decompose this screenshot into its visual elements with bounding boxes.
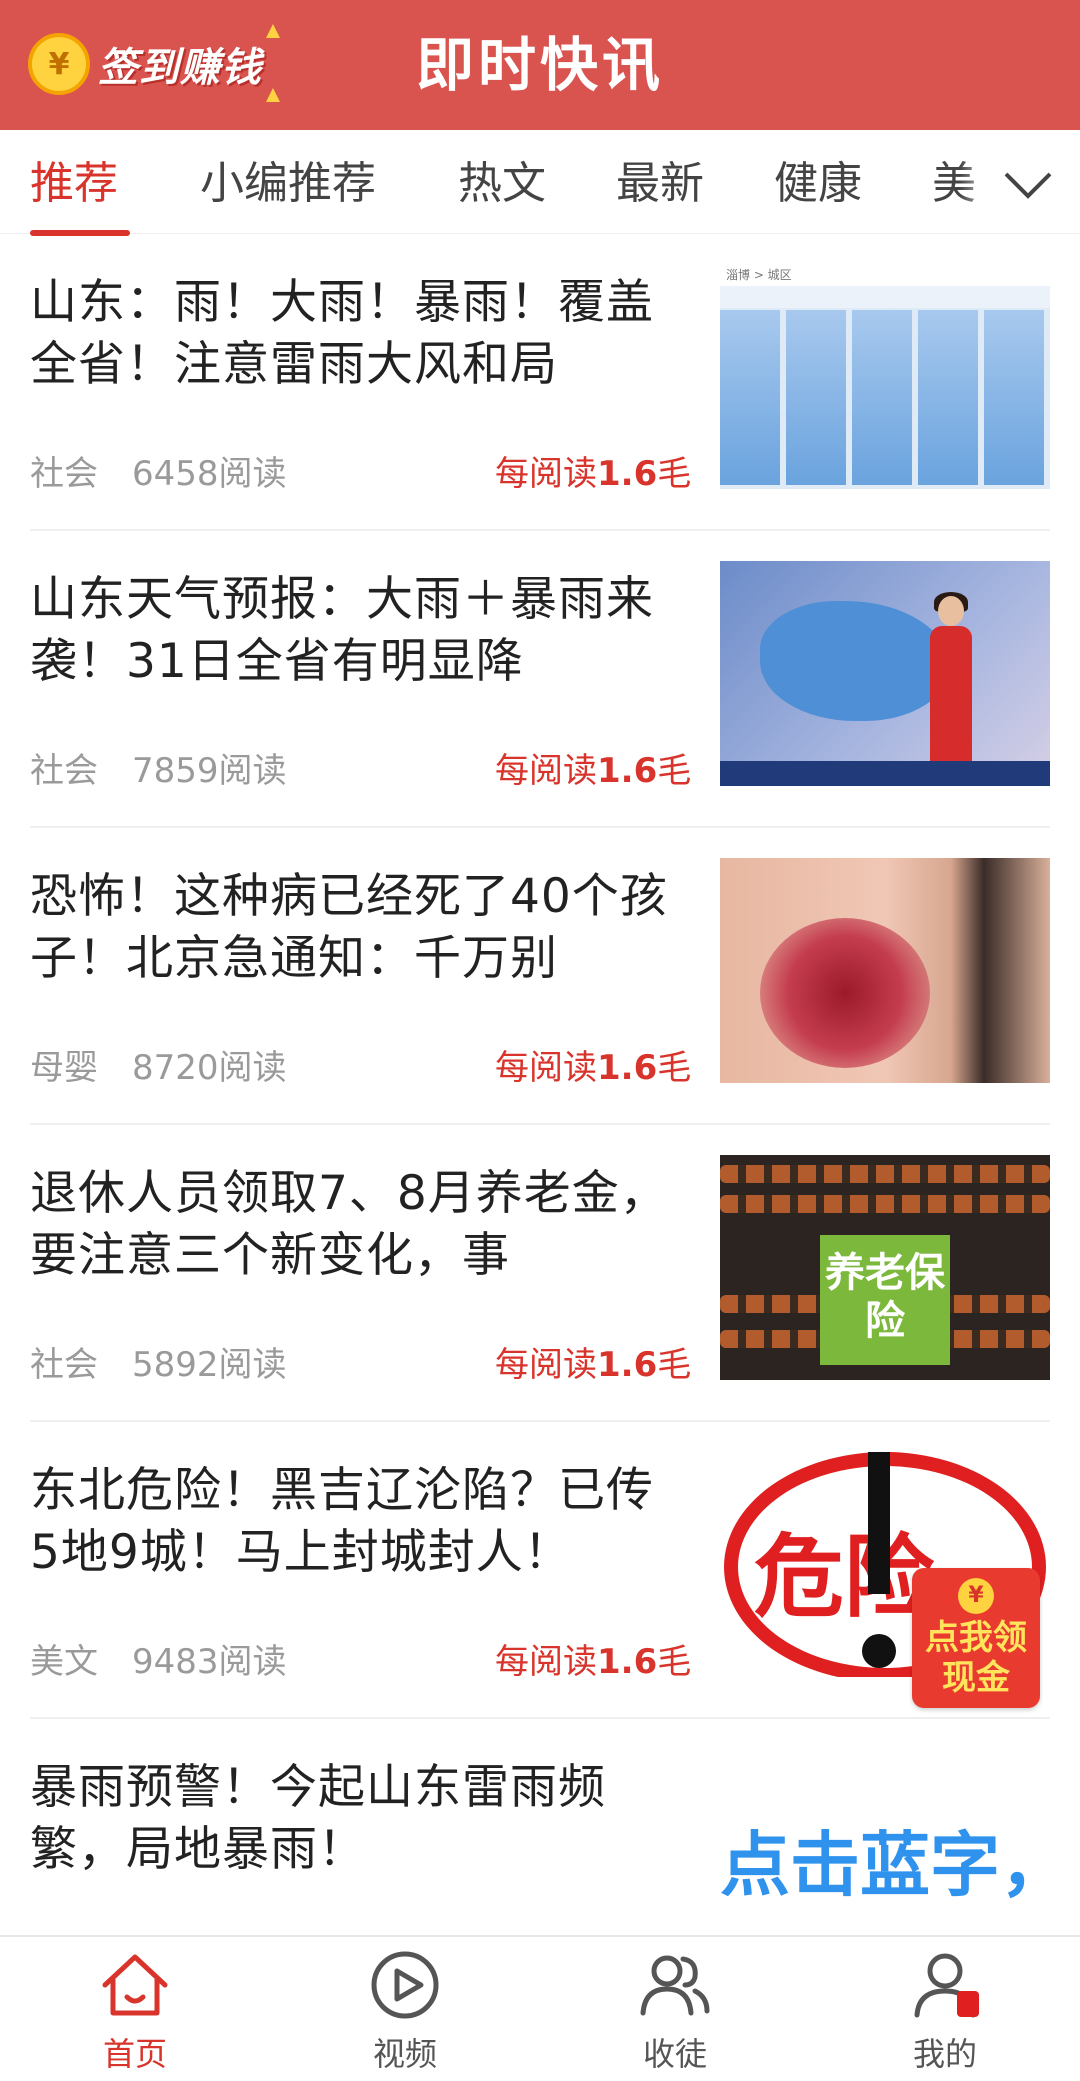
news-title: 山东：雨！大雨！暴雨！覆盖全省！注意雷雨大风和局 bbox=[30, 275, 654, 392]
nav-mine[interactable]: 我的 bbox=[875, 1947, 1015, 2077]
news-thumbnail-photo bbox=[720, 858, 1050, 1083]
chevron-down-icon bbox=[1004, 172, 1052, 199]
news-read-count: 8720阅读 bbox=[132, 1048, 287, 1088]
news-title: 东北危险！黑吉辽沦陷？已传5地9城！马上封城封人！ bbox=[30, 1463, 654, 1580]
news-title: 山东天气预报：大雨＋暴雨来袭！31日全省有明显降 bbox=[30, 572, 654, 689]
tab-health[interactable]: 健康 bbox=[774, 154, 862, 214]
bottom-navigation: 首页 视频 收徒 我的 bbox=[0, 1935, 1080, 2081]
news-category: 母婴 bbox=[30, 1048, 98, 1088]
news-category: 美文 bbox=[30, 1642, 98, 1682]
news-thumbnail-weather: 淄博 > 城区 bbox=[720, 264, 1050, 489]
nav-home[interactable]: 首页 bbox=[65, 1947, 205, 2077]
coin-icon: ¥ bbox=[28, 33, 90, 95]
app-header: ¥ 签到赚钱 即时快讯 bbox=[0, 0, 1080, 130]
news-reward: 每阅读1.6毛 bbox=[495, 751, 692, 791]
sign-in-label: 签到赚钱 bbox=[98, 45, 262, 91]
tab-fade bbox=[960, 140, 1000, 230]
users-icon bbox=[640, 1955, 710, 2016]
news-title: 暴雨预警！今起山东雷雨频繁，局地暴雨！ bbox=[30, 1760, 606, 1877]
tab-recommend[interactable]: 推荐 bbox=[30, 154, 118, 214]
insurance-box: 养老保险 bbox=[820, 1235, 950, 1365]
weather-location-bar: 淄博 > 城区 bbox=[720, 264, 1050, 286]
blue-text: 点击蓝字， bbox=[720, 1824, 1050, 1906]
news-read-count: 9483阅读 bbox=[132, 1642, 287, 1682]
more-tabs-button[interactable] bbox=[1000, 158, 1060, 214]
news-title: 退休人员领取7、8月养老金，要注意三个新变化，事 bbox=[30, 1166, 668, 1283]
red-packet-button[interactable]: ¥ 点我领现金 bbox=[912, 1568, 1040, 1708]
sparkle-icon bbox=[266, 24, 280, 38]
nav-apprentice[interactable]: 收徒 bbox=[605, 1947, 745, 2077]
tab-latest[interactable]: 最新 bbox=[616, 154, 704, 214]
news-title: 恐怖！这种病已经死了40个孩子！北京急通知：千万别 bbox=[30, 869, 668, 986]
nav-label: 视频 bbox=[372, 2035, 437, 2073]
news-reward: 每阅读1.6毛 bbox=[495, 1345, 692, 1385]
news-category: 社会 bbox=[30, 1345, 98, 1385]
news-read-count: 6458阅读 bbox=[132, 454, 287, 494]
nav-label: 我的 bbox=[912, 2035, 977, 2073]
forecast-tabs bbox=[720, 286, 1050, 308]
news-thumbnail-weather-map bbox=[720, 561, 1050, 786]
news-read-count: 5892阅读 bbox=[132, 1345, 287, 1385]
play-icon bbox=[371, 1951, 439, 2019]
danger-text: 危险 bbox=[754, 1525, 934, 1630]
news-reward: 每阅读1.6毛 bbox=[495, 1642, 692, 1682]
nav-label: 收徒 bbox=[642, 2035, 707, 2073]
nav-label: 首页 bbox=[102, 2035, 167, 2073]
news-item[interactable]: 恐怖！这种病已经死了40个孩子！北京急通知：千万别 母婴 8720阅读 每阅读1… bbox=[30, 828, 1050, 1125]
nav-video[interactable]: 视频 bbox=[335, 1947, 475, 2077]
tab-editor-picks[interactable]: 小编推荐 bbox=[200, 154, 376, 214]
news-item[interactable]: 东北危险！黑吉辽沦陷？已传5地9城！马上封城封人！ 美文 9483阅读 每阅读1… bbox=[30, 1422, 1050, 1719]
news-category: 社会 bbox=[30, 751, 98, 791]
news-reward: 每阅读1.6毛 bbox=[495, 1048, 692, 1088]
tab-hot[interactable]: 热文 bbox=[458, 154, 546, 214]
news-thumbnail-abacus: 养老保险 bbox=[720, 1155, 1050, 1380]
notification-badge bbox=[957, 1991, 979, 2017]
app-title: 即时快讯 bbox=[415, 31, 664, 99]
sign-in-button[interactable]: ¥ 签到赚钱 bbox=[28, 24, 280, 102]
news-item[interactable]: 退休人员领取7、8月养老金，要注意三个新变化，事 社会 5892阅读 每阅读1.… bbox=[30, 1125, 1050, 1422]
news-category: 社会 bbox=[30, 454, 98, 494]
news-reward: 每阅读1.6毛 bbox=[495, 454, 692, 494]
home-icon bbox=[102, 1954, 168, 2016]
coin-icon: ¥ bbox=[958, 1578, 994, 1614]
red-packet-label: 点我领现金 bbox=[925, 1618, 1027, 1698]
news-read-count: 7859阅读 bbox=[132, 751, 287, 791]
news-item[interactable]: 山东天气预报：大雨＋暴雨来袭！31日全省有明显降 社会 7859阅读 每阅读1.… bbox=[30, 531, 1050, 828]
news-item[interactable]: 山东：雨！大雨！暴雨！覆盖全省！注意雷雨大风和局 社会 6458阅读 每阅读1.… bbox=[30, 234, 1050, 531]
sparkle-icon bbox=[266, 88, 280, 102]
category-tabs: 推荐 小编推荐 热文 最新 健康 美 bbox=[0, 130, 1080, 236]
